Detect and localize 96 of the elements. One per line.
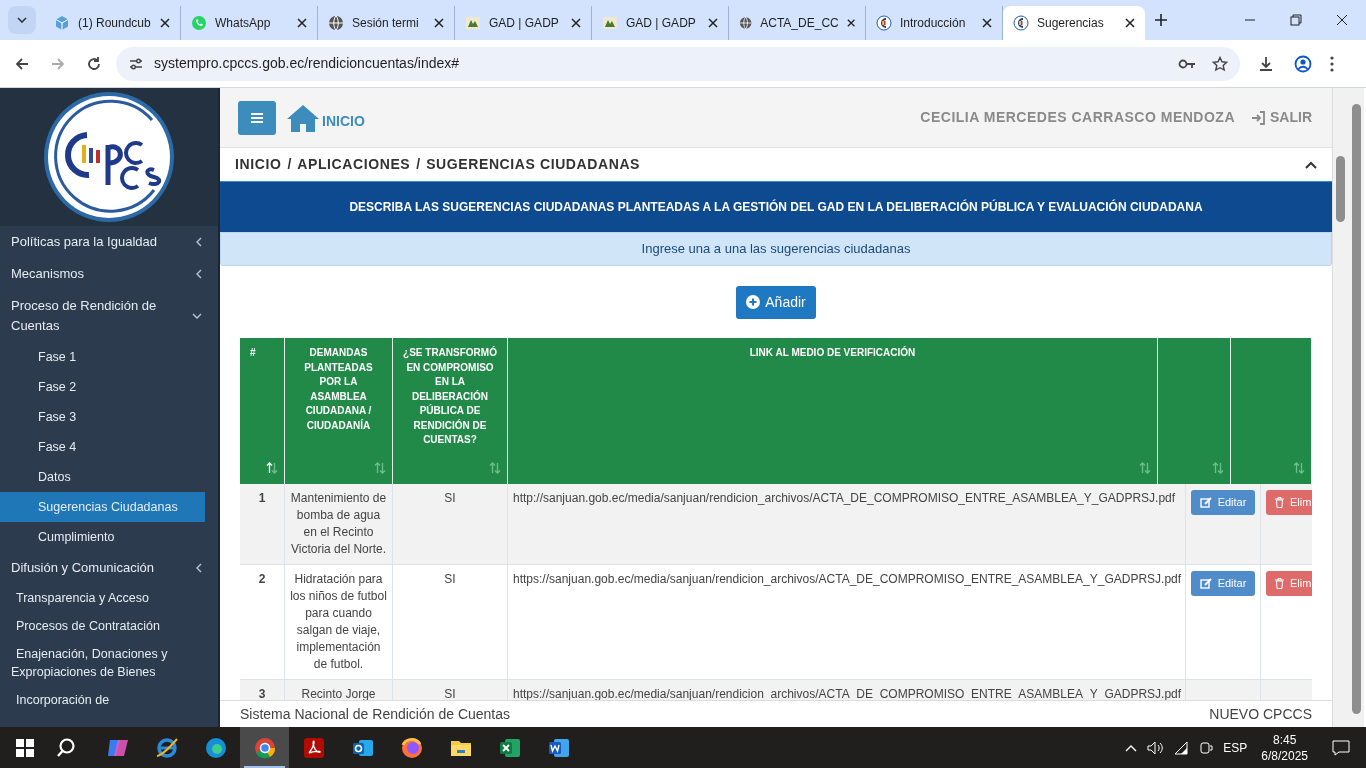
chevron-left-icon <box>196 237 202 247</box>
trash-icon <box>1275 497 1284 508</box>
restore-icon[interactable] <box>1290 14 1302 26</box>
sidebar-item[interactable]: Fase 1 <box>0 342 205 372</box>
sidebar-item[interactable]: Enajenación, Donaciones y Expropiaciones de Bienes <box>0 640 218 686</box>
download-icon[interactable] <box>1258 55 1274 72</box>
reload-icon[interactable] <box>86 55 102 72</box>
url-text: systempro.cpccs.gob.ec/rendicioncuentas/index# <box>154 54 461 73</box>
table-cell: 2 <box>240 565 285 679</box>
footer-text: NUEVO CPCCS <box>1209 704 1312 724</box>
breadcrumb-separator: / <box>287 155 292 174</box>
edit-icon <box>1199 578 1212 589</box>
sidebar-item[interactable]: Mecanismos <box>0 258 218 290</box>
chat-bubble-icon <box>191 15 207 31</box>
sign-out-icon <box>1251 110 1265 125</box>
table-cell: http://sanjuan.gob.ec/media/sanjuan/rendicion_archivos/ACTA_DE_COMPROMISO_ENTRE_ASAMBLEA_Y_GADPRSJ.pdf <box>508 484 1186 564</box>
info-bar: Ingrese una a una las sugerencias ciudadanas <box>220 232 1332 266</box>
globe-icon <box>328 15 344 31</box>
bookmark-star-icon[interactable] <box>1212 55 1228 72</box>
chrome-browser-icon <box>252 735 277 760</box>
language-indicator[interactable]: ESP <box>1223 738 1248 757</box>
table-cell: Mantenimiento de bomba de agua en el Recinto Victoria del Norte. <box>285 484 393 564</box>
pdf-reader-icon <box>301 735 326 760</box>
edit-button[interactable]: Editar <box>1191 571 1255 596</box>
plus-circle-icon <box>746 295 761 309</box>
sidebar-item[interactable]: Cumplimiento <box>0 522 205 552</box>
close-icon[interactable] <box>1125 18 1135 28</box>
close-icon[interactable] <box>160 18 170 28</box>
sidebar-item[interactable]: Fase 3 <box>0 402 205 432</box>
sidebar-item[interactable]: Fase 2 <box>0 372 205 402</box>
edit-button[interactable]: Editar <box>1191 490 1255 515</box>
table-cell: SI <box>393 565 508 679</box>
breadcrumb-link[interactable]: SUGERENCIAS CIUDADANAS <box>426 154 641 175</box>
close-icon[interactable] <box>1336 14 1348 26</box>
menu-icon <box>251 112 263 123</box>
notifications-icon[interactable] <box>1332 739 1350 756</box>
speaker-icon[interactable] <box>1147 740 1164 755</box>
back-icon[interactable] <box>14 55 30 72</box>
firefox-browser-icon <box>399 735 424 760</box>
breadcrumb-link[interactable]: APLICACIONES <box>297 154 411 175</box>
tab-search-button[interactable] <box>8 6 36 34</box>
crest-icon <box>465 15 481 31</box>
close-icon[interactable] <box>297 18 307 28</box>
table-cell: Hidratación para los niños de futbol para cuando salgan de viaje, implementación de futbol. <box>285 565 393 679</box>
sidebar-item[interactable]: Procesos de Contratación <box>0 612 218 640</box>
logo-icon <box>876 15 892 31</box>
more-options-icon[interactable] <box>1330 55 1334 72</box>
chevron-up-icon[interactable] <box>1125 743 1138 752</box>
new-tab-icon[interactable] <box>1155 14 1167 26</box>
sidebar-item[interactable]: Fase 4 <box>0 432 205 462</box>
key-icon[interactable] <box>1178 57 1196 70</box>
crest-icon <box>602 15 618 31</box>
trash-icon <box>1275 578 1284 589</box>
cube-icon <box>54 15 70 31</box>
windows-start-icon[interactable] <box>16 738 34 757</box>
chevron-left-icon <box>196 269 202 279</box>
sidebar-item[interactable]: Proceso de Rendición de Cuentas <box>0 290 218 342</box>
footer-text: Sistema Nacional de Rendición de Cuentas <box>240 704 511 724</box>
close-icon[interactable] <box>708 18 718 28</box>
table-cell: https://sanjuan.gob.ec/media/sanjuan/rendicion_archivos/ACTA_DE_COMPROMISO_ENTRE_ASAMBLEA_Y_GADPRSJ.pdf <box>508 565 1186 679</box>
logo-icon <box>42 90 176 224</box>
sidebar-item[interactable]: Transparencia y Acceso <box>0 584 218 612</box>
close-icon[interactable] <box>571 18 581 28</box>
sidebar-item[interactable]: Sugerencias Ciudadanas <box>0 492 205 522</box>
table-cell: SI <box>393 484 508 564</box>
browser-e-icon <box>154 735 179 760</box>
sidebar-item[interactable]: Datos <box>0 462 205 492</box>
scrollbar-thumb <box>1336 156 1345 222</box>
menu-button[interactable] <box>238 100 276 135</box>
sidebar-item[interactable]: Políticas para la Igualdad <box>0 226 218 258</box>
close-icon[interactable] <box>846 18 855 28</box>
chevron-down-icon <box>192 313 202 319</box>
breadcrumb-separator: / <box>416 155 421 174</box>
globe-icon <box>739 15 753 31</box>
logo-icon <box>1013 15 1029 31</box>
clock[interactable]: 8:45 6/8/2025 <box>1261 731 1308 764</box>
chevron-down-icon <box>17 17 27 23</box>
section-banner: DESCRIBA LAS SUGERENCIAS CIUDADANAS PLANTEADAS A LA GESTIÓN DEL GAD EN LA DELIBERACIÓN PÚBLICA Y EVALUACIÓN CIUDADANA <box>220 182 1332 232</box>
wifi-icon[interactable] <box>1173 740 1190 755</box>
close-icon[interactable] <box>982 18 992 28</box>
browser-tab[interactable]: Sugerencias <box>1003 6 1145 40</box>
collapse-icon[interactable] <box>1305 160 1317 169</box>
profile-icon[interactable] <box>1294 54 1312 73</box>
breadcrumb-link[interactable]: INICIO <box>235 154 282 175</box>
table-cell: 1 <box>240 484 285 564</box>
close-icon[interactable] <box>434 18 444 28</box>
sidebar-item[interactable]: Difusión y Comunicación <box>0 552 218 584</box>
home-icon <box>286 102 320 133</box>
edge-browser-icon <box>203 735 228 760</box>
add-button[interactable]: Añadir <box>736 285 816 319</box>
address-bar[interactable]: systempro.cpccs.gob.ec/rendicioncuentas/index# <box>116 46 1240 81</box>
chevron-left-icon <box>196 563 202 573</box>
device-icon[interactable] <box>1199 740 1214 755</box>
sidebar-item[interactable]: Incorporación de <box>0 686 218 714</box>
user-name: CECILIA MERCEDES CARRASCO MENDOZA <box>920 108 1235 127</box>
edit-icon <box>1199 497 1212 508</box>
